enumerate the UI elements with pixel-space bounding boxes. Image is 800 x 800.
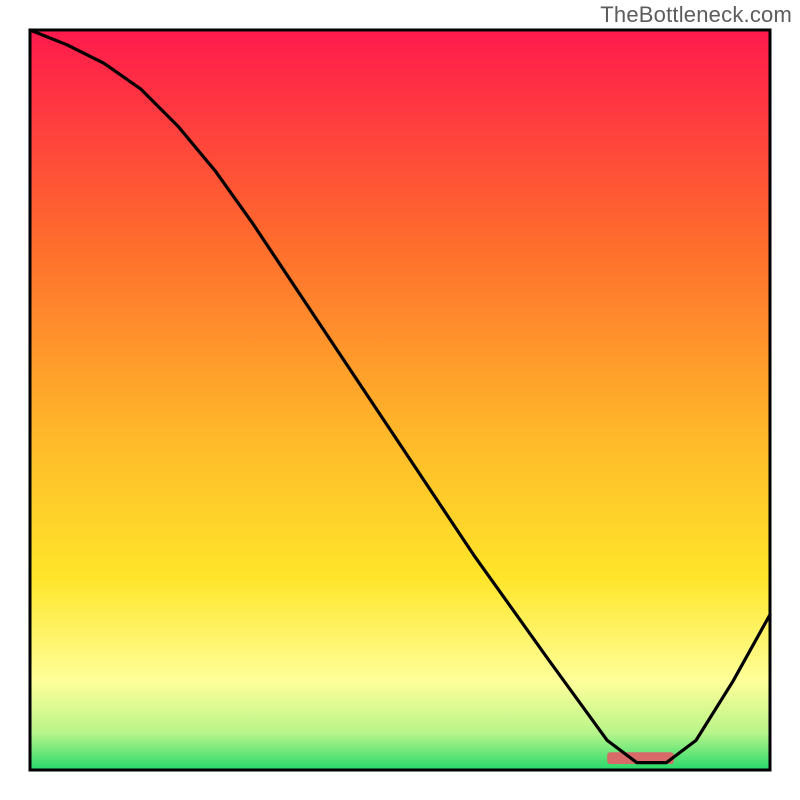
watermark-text: TheBottleneck.com bbox=[600, 2, 792, 28]
plot-background bbox=[30, 30, 770, 770]
chart-stage: TheBottleneck.com bbox=[0, 0, 800, 800]
chart-svg bbox=[0, 0, 800, 800]
